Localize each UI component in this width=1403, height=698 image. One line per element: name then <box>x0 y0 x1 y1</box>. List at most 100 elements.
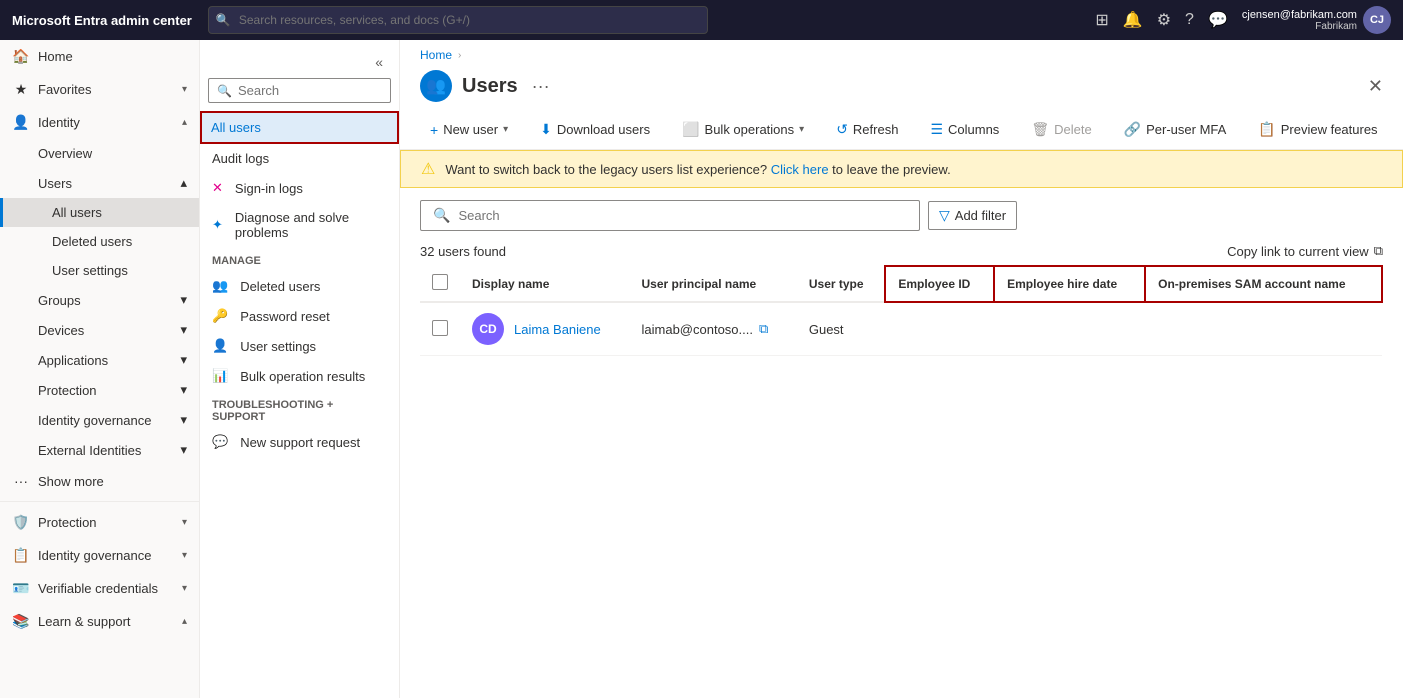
user-avatar[interactable]: CJ <box>1363 6 1391 34</box>
banner-link[interactable]: Click here <box>771 162 829 177</box>
sidebar-item-devices[interactable]: Devices ▾ <box>0 315 199 345</box>
sidebar-item-home[interactable]: 🏠 Home <box>0 40 199 73</box>
table-row: CD Laima Baniene laimab@contoso.... ⧉ G <box>420 302 1382 356</box>
copy-link-button[interactable]: Copy link to current view ⧉ <box>1227 243 1383 259</box>
identity-icon: 👤 <box>12 114 30 131</box>
subnav-search-input[interactable] <box>238 83 400 98</box>
subnav-troubleshoot-section: Troubleshooting + Support <box>200 391 399 427</box>
add-filter-button[interactable]: ▽ Add filter <box>928 201 1017 230</box>
subnav-item-diagnose[interactable]: ✦ Diagnose and solve problems <box>200 203 399 247</box>
feedback-icon[interactable]: 💬 <box>1208 10 1228 30</box>
chevron-down-icon: ▾ <box>180 352 187 368</box>
select-all-checkbox[interactable] <box>432 274 448 290</box>
global-search-input[interactable] <box>208 6 708 34</box>
copy-icon: ⧉ <box>1374 243 1383 259</box>
copy-upn-button[interactable]: ⧉ <box>759 321 768 337</box>
user-menu[interactable]: cjensen@fabrikam.com Fabrikam CJ <box>1242 6 1391 34</box>
sidebar-item-label: Deleted users <box>52 234 132 249</box>
subnav-item-audit-logs[interactable]: Audit logs <box>200 144 399 173</box>
settings-icon[interactable]: ⚙ <box>1157 10 1171 30</box>
sidebar-item-verifiable-credentials[interactable]: 🪪 Verifiable credentials ▾ <box>0 572 199 605</box>
per-user-mfa-label: Per-user MFA <box>1146 122 1226 137</box>
subnav-search[interactable]: 🔍 <box>208 78 391 103</box>
sidebar-item-identity-governance[interactable]: Identity governance ▾ <box>0 405 199 435</box>
new-user-button[interactable]: + New user ▾ <box>420 117 518 143</box>
user-email: cjensen@fabrikam.com <box>1242 9 1357 21</box>
main-content: Home › 👥 Users ··· ✕ + New user ▾ ⬇ Down… <box>400 40 1403 698</box>
delete-button[interactable]: 🗑 Delete <box>1021 116 1101 143</box>
breadcrumb: Home › <box>400 40 1403 66</box>
verifiable-icon: 🪪 <box>12 580 30 597</box>
chevron-down-icon: ▾ <box>799 124 804 135</box>
sidebar-item-label: Overview <box>38 146 92 161</box>
global-search[interactable]: 🔍 <box>208 6 708 34</box>
users-search-input[interactable] <box>458 208 907 223</box>
sidebar-item-groups[interactable]: Groups ▾ <box>0 285 199 315</box>
sidebar-item-learn-support[interactable]: 📚 Learn & support ▴ <box>0 605 199 638</box>
sidebar-item-protection-bottom[interactable]: 🛡️ Protection ▾ <box>0 506 199 539</box>
subnav-item-sign-in-logs[interactable]: ✕ Sign-in logs <box>200 173 399 203</box>
subnav-item-user-settings[interactable]: 👤 User settings <box>200 331 399 361</box>
subnav-item-password-reset[interactable]: 🔑 Password reset <box>200 301 399 331</box>
sidebar-item-all-users[interactable]: All users <box>0 198 199 227</box>
per-user-mfa-button[interactable]: 🔗 Per-user MFA <box>1114 116 1237 143</box>
notification-icon[interactable]: 🔔 <box>1123 10 1143 30</box>
sidebar-item-show-more[interactable]: ··· Show more <box>0 465 199 497</box>
sidebar-item-applications[interactable]: Applications ▾ <box>0 345 199 375</box>
sidebar-item-identity-governance-bottom[interactable]: 📋 Identity governance ▾ <box>0 539 199 572</box>
bulk-operations-button[interactable]: ⬜ Bulk operations ▾ <box>672 116 814 143</box>
columns-button[interactable]: ☰ Columns <box>920 116 1009 143</box>
users-search-bar[interactable]: 🔍 <box>420 200 920 231</box>
download-users-button[interactable]: ⬇ Download users <box>530 116 660 143</box>
more-icon: ··· <box>12 473 30 489</box>
sidebar-item-label: Identity governance <box>38 413 151 428</box>
chevron-down-icon: ▾ <box>182 84 187 95</box>
identity-gov-icon: 📋 <box>12 547 30 564</box>
subnav-item-label: New support request <box>240 435 360 450</box>
preview-features-button[interactable]: 📋 Preview features <box>1248 116 1387 143</box>
sidebar-item-overview[interactable]: Overview <box>0 139 199 168</box>
row-checkbox[interactable] <box>432 320 448 336</box>
subnav-item-deleted-users[interactable]: 👥 Deleted users <box>200 271 399 301</box>
sidebar-item-identity[interactable]: 👤 Identity ▴ <box>0 106 199 139</box>
user-name-link[interactable]: Laima Baniene <box>514 322 601 337</box>
portal-icon[interactable]: ⊞ <box>1095 10 1108 30</box>
row-hire-date <box>994 302 1145 356</box>
row-user-type: Guest <box>797 302 885 356</box>
sidebar-item-label: Devices <box>38 323 84 338</box>
favorites-icon: ★ <box>12 81 30 98</box>
select-all-header[interactable] <box>420 266 460 302</box>
got-feedback-button[interactable]: 💬 Got feedba... <box>1400 116 1403 143</box>
banner-text: Want to switch back to the legacy users … <box>445 162 950 177</box>
chevron-down-icon: ▾ <box>180 382 187 398</box>
refresh-button[interactable]: ↺ Refresh <box>826 116 908 143</box>
col-header-sam-name: On-premises SAM account name <box>1145 266 1382 302</box>
sidebar-item-label: Applications <box>38 353 108 368</box>
sidebar-item-favorites[interactable]: ★ Favorites ▾ <box>0 73 199 106</box>
sidebar-item-deleted-users[interactable]: Deleted users <box>0 227 199 256</box>
search-icon: 🔍 <box>433 207 450 224</box>
sidebar-item-label: All users <box>52 205 102 220</box>
subnav-item-label: Bulk operation results <box>240 369 365 384</box>
learn-icon: 📚 <box>12 613 30 630</box>
close-button[interactable]: ✕ <box>1368 76 1383 97</box>
sidebar-item-users[interactable]: Users ▴ <box>0 168 199 198</box>
bulk-ops-icon: 📊 <box>212 368 228 384</box>
breadcrumb-home[interactable]: Home <box>420 48 452 62</box>
page-more-button[interactable]: ··· <box>532 76 550 97</box>
row-upn: laimab@contoso.... ⧉ <box>630 302 797 356</box>
help-icon[interactable]: ? <box>1185 11 1194 29</box>
results-count: 32 users found <box>420 244 506 259</box>
col-header-display-name: Display name <box>460 266 630 302</box>
collapse-subnav-button[interactable]: « <box>375 54 383 70</box>
sidebar-item-user-settings[interactable]: User settings <box>0 256 199 285</box>
subnav-item-bulk-ops[interactable]: 📊 Bulk operation results <box>200 361 399 391</box>
subnav-item-label: All users <box>211 120 261 135</box>
row-checkbox-cell[interactable] <box>420 302 460 356</box>
diagnose-icon: ✦ <box>212 217 223 233</box>
subnav-item-all-users[interactable]: All users <box>200 111 399 144</box>
topbar: Microsoft Entra admin center 🔍 ⊞ 🔔 ⚙ ? 💬… <box>0 0 1403 40</box>
sidebar-item-external-identities[interactable]: External Identities ▾ <box>0 435 199 465</box>
subnav-item-new-support[interactable]: 💬 New support request <box>200 427 399 457</box>
sidebar-item-protection[interactable]: Protection ▾ <box>0 375 199 405</box>
